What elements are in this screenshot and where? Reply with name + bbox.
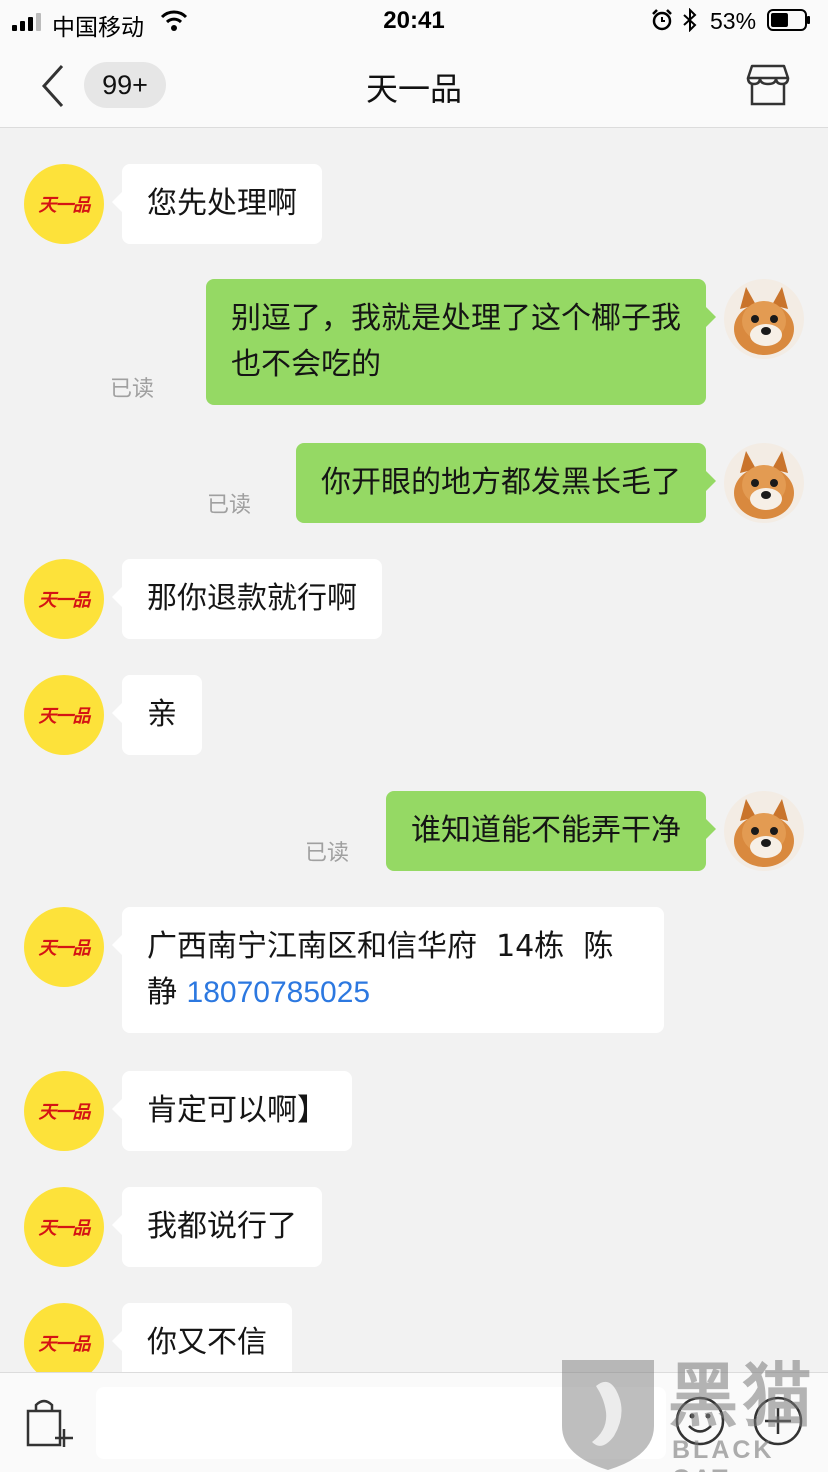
- shop-avatar-logo: 天一品: [38, 1102, 91, 1123]
- clock: 20:41: [383, 7, 445, 34]
- address-line: 静 18070785025: [147, 970, 639, 1016]
- input-bar: [0, 1372, 828, 1472]
- message-bubble-outgoing[interactable]: 你开眼的地方都发黑长毛了: [296, 443, 716, 523]
- shop-avatar-logo: 天一品: [38, 195, 91, 216]
- message-bubble-incoming[interactable]: 您先处理啊: [112, 164, 322, 244]
- message-bubble-outgoing[interactable]: 别逗了，我就是处理了这个椰子我 也不会吃的: [206, 279, 716, 405]
- address-name-end: 静: [147, 975, 177, 1010]
- read-receipt: 已读: [207, 493, 252, 518]
- battery-icon: [767, 9, 810, 31]
- alarm-icon: [652, 9, 672, 31]
- battery-percent: 53%: [710, 8, 757, 34]
- plus-icon[interactable]: [752, 1395, 804, 1447]
- read-receipt: 已读: [110, 377, 155, 402]
- address-line: 广西南宁江南区和信华府 14栋 陈: [147, 929, 614, 964]
- shop-icon[interactable]: [746, 64, 790, 106]
- shop-avatar-logo: 天一品: [38, 938, 91, 959]
- shop-avatar[interactable]: 天一品: [24, 907, 104, 987]
- message-bubble-incoming[interactable]: 广西南宁江南区和信华府 14栋 陈 静 18070785025: [112, 907, 664, 1033]
- shop-avatar[interactable]: 天一品: [24, 164, 104, 244]
- dog-avatar-image: [724, 279, 804, 359]
- shop-avatar[interactable]: 天一品: [24, 1071, 104, 1151]
- user-avatar[interactable]: [724, 791, 804, 871]
- message-input[interactable]: [96, 1387, 666, 1459]
- shop-avatar[interactable]: 天一品: [24, 675, 104, 755]
- shop-avatar-logo: 天一品: [38, 1218, 91, 1239]
- shop-avatar[interactable]: 天一品: [24, 559, 104, 639]
- shop-avatar-logo: 天一品: [38, 1334, 91, 1355]
- message-bubble-incoming[interactable]: 肯定可以啊】: [112, 1071, 352, 1151]
- shop-avatar[interactable]: 天一品: [24, 1303, 104, 1372]
- shopping-bag-add-icon[interactable]: [24, 1397, 76, 1451]
- phone-link[interactable]: 18070785025: [187, 976, 371, 1009]
- shop-avatar-logo: 天一品: [38, 706, 91, 727]
- message-bubble-incoming[interactable]: 你又不信: [112, 1303, 292, 1372]
- shop-avatar-logo: 天一品: [38, 590, 91, 611]
- dog-avatar-image: [724, 791, 804, 871]
- read-receipt: 已读: [305, 841, 350, 866]
- user-avatar[interactable]: [724, 443, 804, 523]
- dog-avatar-image: [724, 443, 804, 523]
- message-line: 也不会吃的: [231, 347, 381, 382]
- nav-bar: 99+ 天一品: [0, 44, 828, 128]
- user-avatar[interactable]: [724, 279, 804, 359]
- status-bar: 中国移动 20:41 53%: [0, 0, 828, 44]
- message-bubble-incoming[interactable]: 我都说行了: [112, 1187, 322, 1267]
- bluetooth-icon: [683, 8, 697, 32]
- message-line: 别逗了，我就是处理了这个椰子我: [231, 301, 681, 336]
- shop-avatar[interactable]: 天一品: [24, 1187, 104, 1267]
- message-bubble-outgoing[interactable]: 谁知道能不能弄干净: [386, 791, 716, 871]
- page-title: 天一品: [365, 70, 462, 108]
- chat-message-list[interactable]: 天一品 您先处理啊 已读 别逗了，我就是处理了这个椰子我 也不会吃的 已读 你开…: [0, 128, 828, 1372]
- emoji-icon[interactable]: [674, 1395, 726, 1447]
- message-bubble-incoming[interactable]: 亲: [112, 675, 202, 755]
- message-bubble-incoming[interactable]: 那你退款就行啊: [112, 559, 382, 639]
